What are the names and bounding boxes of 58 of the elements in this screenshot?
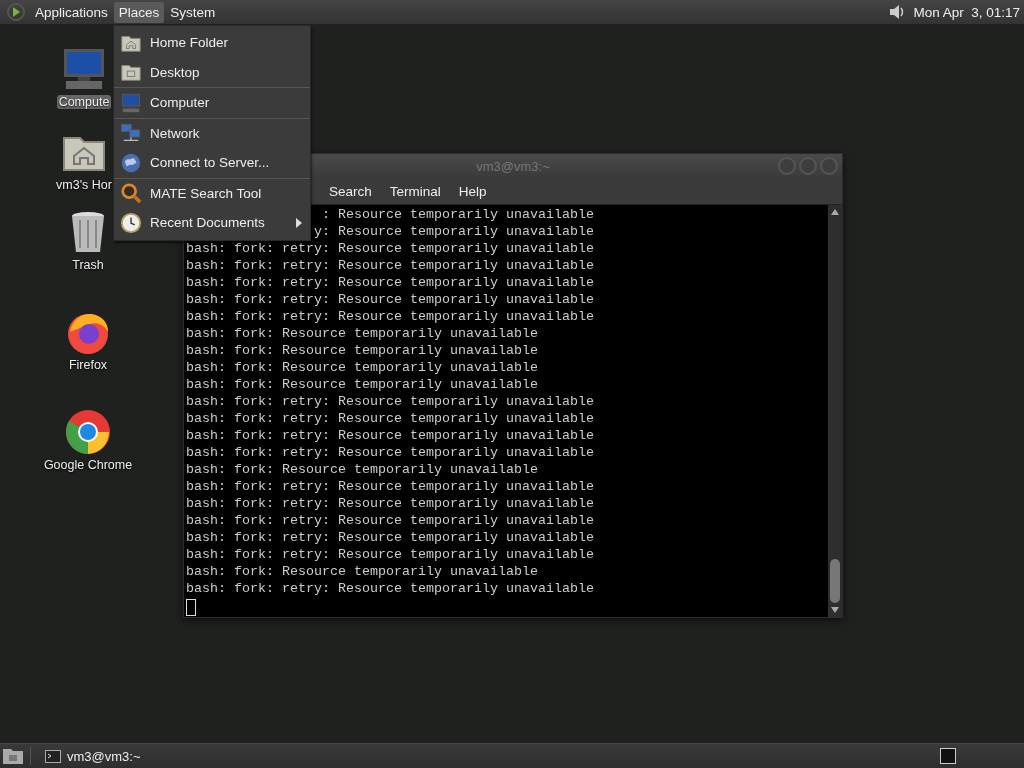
menu-item[interactable]: Desktop: [114, 57, 310, 87]
panel-menu[interactable]: System: [165, 1, 221, 23]
desktop-icon-label[interactable]: Compute: [56, 95, 112, 109]
terminal-line: bash: fork: retry: Resource temporarily unavailable: [186, 512, 594, 529]
terminal-line: bash: fork: retry: Resource temporarily unavailable: [186, 257, 594, 274]
scrollbar-thumb[interactable]: [830, 559, 840, 603]
terminal-line: bash: fork: retry: Resource temporarily unavailable: [186, 495, 594, 512]
desktop-icon-label[interactable]: Trash: [72, 258, 104, 272]
menu-item[interactable]: Recent Documents: [114, 208, 310, 238]
globe-icon: [120, 151, 142, 174]
terminal-line: bash: fork: retry: Resource temporarily unavailable: [186, 274, 594, 291]
window-menu[interactable]: Help: [449, 183, 496, 199]
scroll-up-arrow-icon[interactable]: [831, 209, 839, 215]
terminal-line: bash: fork: retry: Resource temporarily unavailable: [186, 291, 594, 308]
desktop-icon-label[interactable]: Google Chrome: [43, 458, 133, 472]
menu-item[interactable]: Home Folder: [114, 28, 310, 58]
terminal-line: bash: fork: retry: Resource temporarily unavailable: [186, 240, 594, 257]
clock[interactable]: Mon Apr 3, 01:17: [907, 4, 1024, 20]
terminal-line: : Resource temporarily unavailable: [321, 206, 594, 223]
terminal-line: bash: fork: retry: Resource temporarily unavailable: [186, 308, 594, 325]
terminal-line: bash: fork: retry: Resource temporarily unavailable: [186, 580, 594, 597]
terminal-line: y: Resource temporarily unavailable: [313, 223, 594, 240]
terminal-line: bash: fork: retry: Resource temporarily unavailable: [186, 410, 594, 427]
terminal-line: bash: fork: retry: Resource temporarily unavailable: [186, 529, 594, 546]
window-menu[interactable]: Search: [320, 183, 381, 199]
scrollbar[interactable]: [828, 205, 842, 617]
terminal-line: bash: fork: Resource temporarily unavailable: [186, 563, 538, 580]
terminal-line: bash: fork: retry: Resource temporarily unavailable: [186, 427, 594, 444]
magnifier-icon: [120, 182, 142, 205]
chrome-icon: [64, 408, 112, 456]
workspace-switcher[interactable]: [940, 748, 956, 764]
window-menu[interactable]: Terminal: [380, 183, 450, 199]
computer-icon: [120, 91, 142, 114]
panel-menu[interactable]: Places: [113, 1, 165, 23]
desktop-icon-label[interactable]: Firefox: [68, 358, 108, 372]
terminal-line: bash: fork: retry: Resource temporarily unavailable: [186, 478, 594, 495]
menu-item[interactable]: Computer: [114, 88, 310, 118]
menu-item[interactable]: MATE Search Tool: [114, 178, 310, 208]
terminal-line: bash: fork: Resource temporarily unavailable: [186, 342, 538, 359]
text-cursor: [186, 599, 196, 616]
terminal-line: bash: fork: Resource temporarily unavailable: [186, 359, 538, 376]
window-title: vm3@vm3:~: [476, 158, 550, 174]
menu-item[interactable]: Connect to Server...: [114, 148, 310, 178]
menu-item[interactable]: Network: [114, 118, 310, 148]
mate-logo-icon[interactable]: [6, 2, 26, 22]
terminal-line: bash: fork: Resource temporarily unavailable: [186, 461, 538, 478]
terminal-line: bash: fork: retry: Resource temporarily unavailable: [186, 546, 594, 563]
show-desktop-icon[interactable]: [2, 747, 24, 765]
terminal-icon: [45, 749, 61, 763]
clock-icon: [120, 211, 142, 234]
terminal-line: bash: fork: retry: Resource temporarily unavailable: [186, 444, 594, 461]
terminal-line: bash: fork: Resource temporarily unavailable: [186, 325, 538, 342]
scroll-down-arrow-icon[interactable]: [831, 607, 839, 613]
panel-menu[interactable]: Applications: [30, 1, 113, 23]
taskbar-button[interactable]: vm3@vm3:~: [37, 745, 149, 767]
terminal-line: bash: fork: Resource temporarily unavailable: [186, 376, 538, 393]
desktop-icon-label[interactable]: vm3's Hor: [56, 178, 112, 192]
terminal-line: bash: fork: retry: Resource temporarily unavailable: [186, 393, 594, 410]
